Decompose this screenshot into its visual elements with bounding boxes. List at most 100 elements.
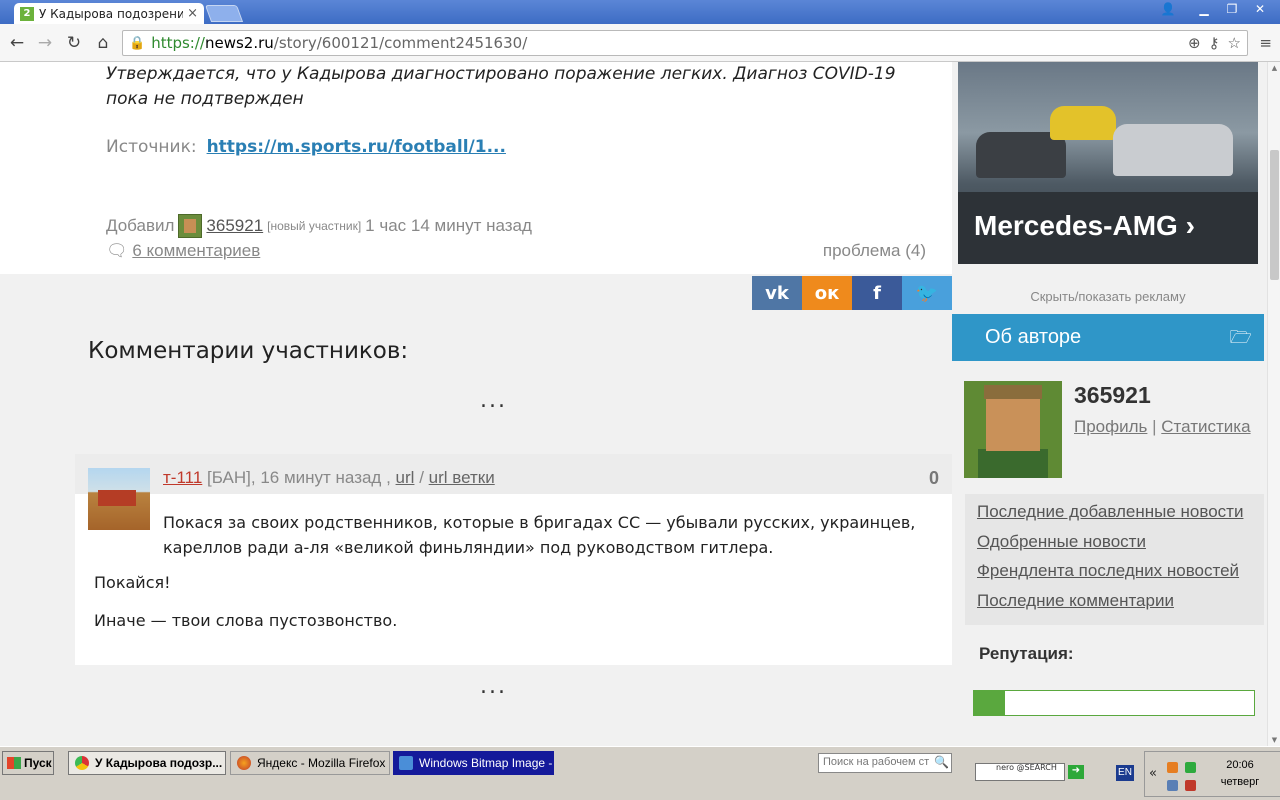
- reputation-bar: [973, 690, 1255, 716]
- article-card: Утверждается, что у Кадырова диагностиро…: [0, 62, 952, 274]
- ad-brand-text[interactable]: Mercedes-AMG ›: [974, 210, 1195, 242]
- comment-branch-link[interactable]: url ветки: [429, 468, 495, 487]
- source-label: Источник:: [106, 137, 197, 157]
- comment-text-paragraph: Покайся!: [94, 573, 171, 592]
- statistics-link[interactable]: Статистика: [1161, 417, 1250, 436]
- bookmark-star-icon[interactable]: ☆: [1228, 34, 1241, 52]
- article-added-by: Добавил 365921 [новый участник] 1 час 14…: [106, 214, 532, 238]
- ad-car-image: [1113, 124, 1233, 176]
- start-button[interactable]: Пуск: [2, 751, 54, 775]
- comment-text-paragraph: Иначе — твои слова пустозвонство.: [94, 611, 398, 630]
- browser-toolbar: ← → ↻ ⌂ 🔒 https:// news2.ru /story/60012…: [0, 24, 1280, 62]
- window-controls: 👤 ▁ ❐ ✕: [1154, 0, 1274, 18]
- url-scheme: https://: [151, 34, 205, 52]
- home-icon[interactable]: ⌂: [92, 32, 114, 54]
- profile-link[interactable]: Профиль: [1074, 417, 1147, 436]
- taskbar-item-chrome[interactable]: У Кадырова подозр...: [68, 751, 226, 775]
- author-link[interactable]: 365921: [206, 216, 263, 236]
- added-label: Добавил: [106, 216, 175, 235]
- ad-car-image: [1050, 106, 1116, 140]
- lock-icon: 🔒: [129, 35, 146, 51]
- url-host: news2.ru: [204, 34, 274, 52]
- about-author-header[interactable]: Об авторе 🗁: [952, 314, 1264, 361]
- author-links: Профиль | Статистика: [1074, 417, 1251, 437]
- scroll-up-icon[interactable]: ▲: [1268, 64, 1280, 72]
- desktop-search-input[interactable]: Поиск на рабочем ст 🔍: [818, 753, 952, 773]
- link-separator: /: [419, 468, 424, 487]
- author-role: [новый участник]: [267, 219, 362, 233]
- tray-expand-icon[interactable]: «: [1149, 766, 1157, 781]
- vk-share-button[interactable]: vk: [752, 276, 802, 310]
- sidebar-link-friend-feed[interactable]: Френдлента последних новостей: [977, 561, 1264, 591]
- browser-tab-active[interactable]: 2 У Кадырова подозрение на ×: [14, 3, 204, 24]
- reputation-fill: [974, 691, 1005, 715]
- user-profile-icon[interactable]: 👤: [1154, 0, 1182, 18]
- comment-status: [БАН], 16 минут назад ,: [207, 468, 391, 487]
- zoom-icon[interactable]: ⊕: [1188, 34, 1201, 52]
- sidebar-link-approved-news[interactable]: Одобренные новости: [977, 532, 1264, 562]
- author-name: 365921: [1074, 382, 1151, 408]
- load-more-bottom[interactable]: ...: [480, 674, 507, 699]
- comments-count-link[interactable]: 🗨 6 комментариев: [106, 241, 260, 261]
- address-bar[interactable]: 🔒 https:// news2.ru /story/600121/commen…: [122, 30, 1248, 56]
- folder-icon[interactable]: 🗁: [1230, 325, 1252, 355]
- scroll-thumb[interactable]: [1270, 150, 1279, 280]
- paint-icon: [399, 756, 413, 770]
- new-tab-button[interactable]: [204, 5, 244, 22]
- taskbar-item-bitmap[interactable]: Windows Bitmap Image - ...: [393, 751, 554, 775]
- nero-go-icon[interactable]: ➜: [1068, 765, 1084, 779]
- commenter-avatar[interactable]: [88, 468, 150, 530]
- source-link[interactable]: https://m.sports.ru/football/1...: [207, 137, 506, 157]
- comment-score: 0: [928, 468, 939, 488]
- load-more-top[interactable]: ...: [480, 388, 507, 413]
- windows-logo-icon: [7, 757, 21, 769]
- tray-app-icon[interactable]: [1167, 762, 1178, 773]
- ok-share-button[interactable]: ок: [802, 276, 852, 310]
- reload-icon[interactable]: ↻: [63, 32, 85, 54]
- tray-app-icon[interactable]: [1167, 780, 1178, 791]
- sidebar-nav-links: Последние добавленные новости Одобренные…: [965, 494, 1264, 625]
- tray-app-icon[interactable]: [1185, 780, 1196, 791]
- comment-author-link[interactable]: т-111: [163, 468, 202, 487]
- back-arrow-icon[interactable]: ←: [6, 32, 28, 54]
- comments-count-text[interactable]: 6 комментариев: [132, 241, 260, 260]
- author-mini-avatar[interactable]: [178, 214, 203, 238]
- task-label: Яндекс - Mozilla Firefox: [257, 756, 386, 770]
- task-label: Windows Bitmap Image - ...: [419, 756, 554, 770]
- minimize-button[interactable]: ▁: [1190, 0, 1218, 18]
- sidebar-link-latest-news[interactable]: Последние добавленные новости: [977, 502, 1264, 532]
- forward-arrow-icon[interactable]: →: [34, 32, 56, 54]
- comment-card: т-111 [БАН], 16 минут назад , url / url …: [75, 454, 952, 665]
- link-separator: |: [1152, 417, 1157, 436]
- scroll-down-icon[interactable]: ▼: [1268, 736, 1280, 744]
- site-favicon-icon: 2: [20, 6, 34, 21]
- twitter-share-button[interactable]: 🐦: [902, 276, 952, 310]
- web-page: Утверждается, что у Кадырова диагностиро…: [0, 62, 1267, 746]
- advertisement-banner[interactable]: Mercedes-AMG ›: [958, 62, 1258, 264]
- problem-link[interactable]: проблема (4): [823, 241, 926, 261]
- windows-taskbar: Пуск У Кадырова подозр... Яндекс - Mozil…: [0, 746, 1280, 800]
- restore-button[interactable]: ❐: [1218, 0, 1246, 18]
- sidebar-link-latest-comments[interactable]: Последние комментарии: [977, 591, 1264, 621]
- search-icon[interactable]: 🔍: [934, 755, 949, 769]
- about-author-title: Об авторе: [985, 326, 1082, 348]
- nero-search-box[interactable]: nero @SEARCH: [975, 763, 1065, 781]
- tab-close-icon[interactable]: ×: [187, 6, 198, 21]
- taskbar-item-firefox[interactable]: Яндекс - Mozilla Firefox: [230, 751, 390, 775]
- chrome-menu-icon[interactable]: ≡: [1259, 34, 1272, 52]
- article-quote: Утверждается, что у Кадырова диагностиро…: [106, 64, 896, 109]
- start-label: Пуск: [24, 756, 52, 770]
- close-window-button[interactable]: ✕: [1246, 0, 1274, 18]
- clock-day: четверг: [1220, 776, 1260, 788]
- toggle-ad-link[interactable]: Скрыть/показать рекламу: [958, 289, 1258, 304]
- comment-url-link[interactable]: url: [396, 468, 415, 487]
- system-clock[interactable]: 20:06 четверг: [1210, 757, 1270, 791]
- author-avatar[interactable]: [964, 381, 1062, 478]
- extension-icon[interactable]: ⚷: [1209, 34, 1220, 52]
- facebook-share-button[interactable]: f: [852, 276, 902, 310]
- network-icon[interactable]: [1185, 762, 1196, 773]
- page-scrollbar[interactable]: ▲ ▼: [1267, 62, 1280, 746]
- comment-meta: т-111 [БАН], 16 минут назад , url / url …: [163, 468, 495, 488]
- language-indicator[interactable]: EN: [1116, 765, 1134, 781]
- browser-titlebar: 2 У Кадырова подозрение на × 👤 ▁ ❐ ✕: [0, 0, 1280, 24]
